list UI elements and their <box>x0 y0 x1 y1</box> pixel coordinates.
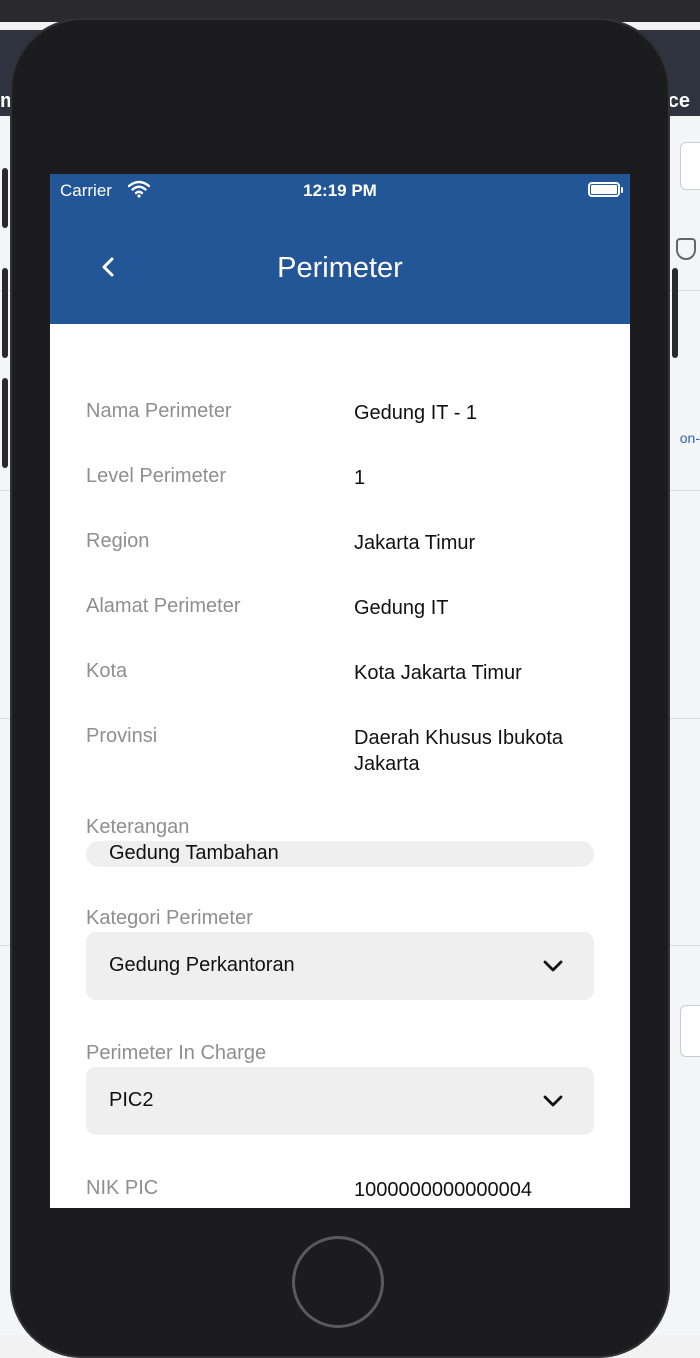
kategori-label: Kategori Perimeter <box>86 907 253 929</box>
volume-down-button <box>2 378 8 468</box>
chevron-down-icon <box>543 1095 563 1107</box>
detail-value: Gedung IT <box>354 597 449 619</box>
chevron-down-icon <box>543 960 563 972</box>
desktop-button <box>680 1005 700 1057</box>
detail-value: 1 <box>354 467 366 489</box>
nik-label: NIK PIC <box>86 1177 159 1199</box>
detail-value: Daerah Khusus Ibukota Jakarta <box>354 727 564 775</box>
keterangan-value: Gedung Tambahan <box>109 842 279 864</box>
pic-label: Perimeter In Charge <box>86 1042 267 1064</box>
kategori-select[interactable]: Gedung Perkantoran <box>86 932 594 1000</box>
desktop-link: on- <box>679 430 700 446</box>
detail-value: Jakarta Timur <box>354 532 476 554</box>
desktop-right-text: ce <box>667 90 690 112</box>
kategori-value: Gedung Perkantoran <box>109 954 295 976</box>
keterangan-field[interactable]: Gedung Tambahan <box>86 841 594 867</box>
power-button <box>672 268 678 358</box>
navigation-bar: Perimeter <box>50 208 630 324</box>
detail-label: Region <box>86 530 150 552</box>
detail-label: Alamat Perimeter <box>86 595 241 617</box>
shield-icon <box>676 238 696 260</box>
battery-icon <box>588 182 620 197</box>
detail-value: Kota Jakarta Timur <box>354 662 522 684</box>
phone-screen: Carrier 12:19 PM Perimeter Nama Perimete… <box>50 174 630 1208</box>
status-bar: Carrier 12:19 PM <box>50 174 630 208</box>
keterangan-label: Keterangan <box>86 816 190 838</box>
pic-select[interactable]: PIC2 <box>86 1067 594 1135</box>
page-title: Perimeter <box>277 252 403 284</box>
clock: 12:19 PM <box>303 181 377 200</box>
home-button[interactable] <box>292 1236 384 1328</box>
volume-up-button <box>2 268 8 358</box>
pic-value: PIC2 <box>109 1089 154 1111</box>
battery-tip <box>621 187 623 193</box>
detail-label: Level Perimeter <box>86 465 227 487</box>
detail-value: Gedung IT - 1 <box>354 402 478 424</box>
detail-label: Nama Perimeter <box>86 400 232 422</box>
desktop-button <box>680 142 700 190</box>
detail-label: Kota <box>86 660 128 682</box>
silent-switch <box>2 168 8 228</box>
detail-label: Provinsi <box>86 725 158 747</box>
nik-value: 1000000000000004 <box>354 1179 532 1201</box>
